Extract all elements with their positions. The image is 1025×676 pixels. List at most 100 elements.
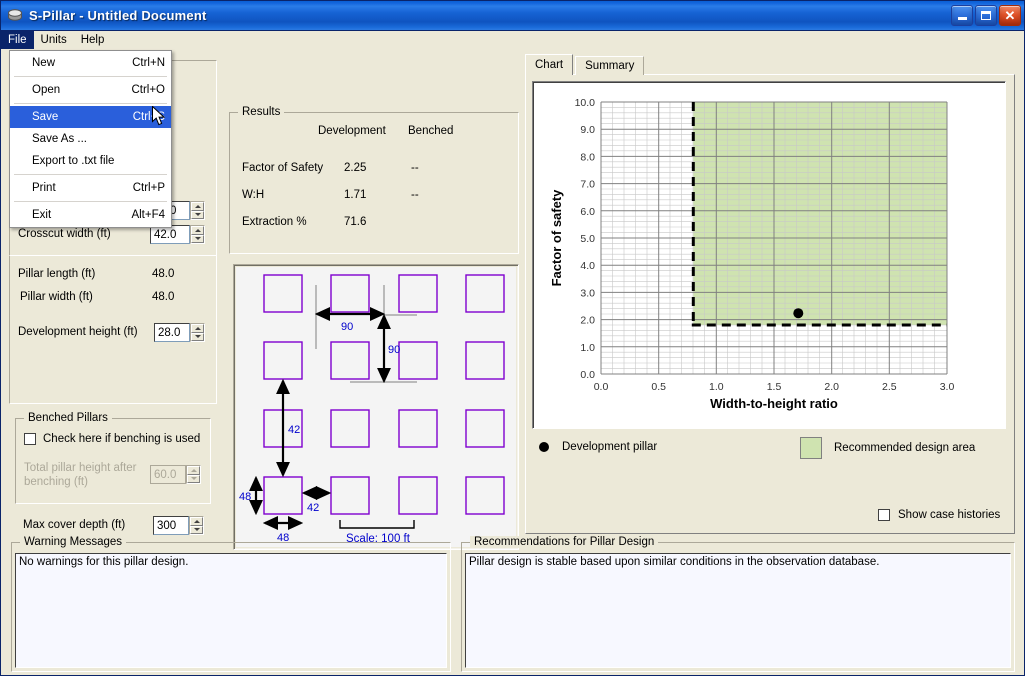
max-cover-depth-field: 300 bbox=[153, 516, 204, 535]
max-cover-depth-stepper[interactable] bbox=[189, 516, 204, 535]
menu-item-label: Print bbox=[32, 182, 56, 194]
results-column-benched: Benched bbox=[408, 125, 454, 137]
warning-messages-text[interactable]: No warnings for this pillar design. bbox=[15, 553, 447, 668]
dimension-opening-vertical: 42 bbox=[275, 378, 300, 478]
benching-checkbox[interactable] bbox=[24, 433, 36, 445]
spinner-up[interactable] bbox=[191, 324, 204, 333]
dimension-pillar-base: 48 bbox=[262, 515, 304, 544]
show-case-histories-checkbox[interactable] bbox=[878, 509, 890, 521]
development-height-stepper[interactable] bbox=[190, 323, 205, 342]
file-menu-dropdown: New Ctrl+N Open Ctrl+O Save Ctrl+S Save … bbox=[9, 50, 172, 228]
menu-item-shortcut: Ctrl+P bbox=[132, 182, 165, 194]
x-tick: 2.5 bbox=[882, 381, 897, 393]
results-row-development-value: 2.25 bbox=[344, 162, 367, 174]
recommendations-group: Recommendations for Pillar Design Pillar… bbox=[461, 536, 1015, 672]
dimension-opening-horizontal: 42 bbox=[301, 485, 332, 514]
menu-item-open[interactable]: Open Ctrl+O bbox=[10, 79, 171, 101]
results-row-label: W:H bbox=[242, 189, 265, 201]
results-row-label: Factor of Safety bbox=[242, 162, 324, 174]
development-height-field: 28.0 bbox=[154, 323, 205, 342]
x-tick: 1.0 bbox=[709, 381, 724, 393]
results-column-development: Development bbox=[318, 125, 386, 137]
menu-item-export-txt[interactable]: Export to .txt file bbox=[10, 150, 171, 172]
results-row-benched-value: -- bbox=[411, 189, 419, 201]
results-title: Results bbox=[238, 106, 285, 118]
spinner-down bbox=[187, 474, 200, 483]
max-cover-depth-input[interactable]: 300 bbox=[153, 516, 189, 535]
spinner-down[interactable] bbox=[190, 525, 203, 534]
show-case-histories-row[interactable]: Show case histories bbox=[878, 509, 1000, 521]
tab-strip: Chart Summary bbox=[525, 54, 646, 75]
close-button[interactable]: ✕ bbox=[999, 5, 1021, 26]
menu-item-label: Open bbox=[32, 84, 61, 96]
menu-item-print[interactable]: Print Ctrl+P bbox=[10, 177, 171, 199]
x-tick: 3.0 bbox=[940, 381, 955, 393]
x-axis-label: Width-to-height ratio bbox=[710, 396, 838, 411]
app-icon bbox=[6, 7, 24, 25]
total-pillar-height-field: 60.0 bbox=[150, 465, 201, 484]
menu-file[interactable]: File bbox=[1, 31, 34, 49]
results-and-layout-panel: Results Development Benched Factor of Sa… bbox=[229, 54, 519, 550]
y-axis-ticks: 10.0 9.0 8.0 7.0 6.0 5.0 4.0 3.0 2.0 1.0… bbox=[575, 97, 596, 381]
legend-recommended-area: Recommended design area bbox=[800, 437, 975, 459]
menu-separator bbox=[14, 103, 167, 104]
warning-messages-panel: Warning Messages No warnings for this pi… bbox=[11, 536, 451, 672]
y-tick: 2.0 bbox=[580, 315, 595, 327]
menu-item-shortcut: Ctrl+O bbox=[131, 84, 165, 96]
dim-label-48-v: 48 bbox=[239, 491, 251, 503]
x-tick: 2.0 bbox=[824, 381, 839, 393]
spinner-down[interactable] bbox=[191, 210, 204, 219]
menu-item-save[interactable]: Save Ctrl+S bbox=[10, 106, 171, 128]
menu-item-save-as[interactable]: Save As ... bbox=[10, 128, 171, 150]
legend-area-swatch bbox=[800, 437, 822, 459]
warning-messages-group: Warning Messages No warnings for this pi… bbox=[11, 536, 451, 672]
spinner-up[interactable] bbox=[191, 202, 204, 211]
results-group: Results Development Benched Factor of Sa… bbox=[229, 106, 519, 254]
menu-item-label: Save As ... bbox=[32, 133, 87, 145]
dim-label-42-h: 42 bbox=[307, 502, 319, 514]
minimize-button[interactable] bbox=[951, 5, 973, 26]
tab-chart[interactable]: Chart bbox=[525, 54, 574, 75]
menu-item-exit[interactable]: Exit Alt+F4 bbox=[10, 204, 171, 226]
crosscut-centers-stepper[interactable] bbox=[190, 201, 205, 220]
spinner-down[interactable] bbox=[191, 332, 204, 341]
max-cover-depth-label: Max cover depth (ft) bbox=[23, 519, 126, 531]
recommendations-title: Recommendations for Pillar Design bbox=[470, 536, 659, 548]
pillar-layout-diagram: 90 90 42 42 48 48 Scale: 100 ft bbox=[233, 264, 519, 550]
y-tick: 4.0 bbox=[580, 260, 595, 272]
tab-summary[interactable]: Summary bbox=[575, 56, 645, 75]
dim-label-42-v: 42 bbox=[288, 424, 300, 436]
y-tick: 0.0 bbox=[580, 369, 595, 381]
menu-units[interactable]: Units bbox=[34, 31, 74, 49]
development-height-input[interactable]: 28.0 bbox=[154, 323, 190, 342]
x-axis-ticks: 0.0 0.5 1.0 1.5 2.0 2.5 3.0 bbox=[594, 381, 955, 393]
chart-plot-area bbox=[600, 101, 948, 375]
menu-help[interactable]: Help bbox=[74, 31, 112, 49]
crosscut-width-label: Crosscut width (ft) bbox=[18, 228, 111, 240]
benching-checkbox-label: Check here if benching is used bbox=[43, 433, 201, 445]
window-title: S-Pillar - Untitled Document bbox=[29, 8, 207, 23]
menu-separator bbox=[14, 76, 167, 77]
spinner-up[interactable] bbox=[190, 517, 203, 526]
show-case-histories-label: Show case histories bbox=[898, 509, 1001, 521]
recommendations-text[interactable]: Pillar design is stable based upon simil… bbox=[465, 553, 1011, 668]
spinner-down[interactable] bbox=[191, 234, 204, 243]
dimension-centers-horizontal: 90 bbox=[314, 306, 386, 333]
results-row-development-value: 71.6 bbox=[344, 216, 367, 228]
pillar-length-value: 48.0 bbox=[152, 268, 175, 280]
menu-item-label: Export to .txt file bbox=[32, 155, 115, 167]
maximize-button[interactable] bbox=[975, 5, 997, 26]
y-tick: 1.0 bbox=[580, 342, 595, 354]
benching-checkbox-row[interactable]: Check here if benching is used bbox=[24, 433, 200, 445]
y-tick: 3.0 bbox=[580, 287, 595, 299]
spinner-up[interactable] bbox=[191, 226, 204, 235]
spinner-up bbox=[187, 466, 200, 475]
crosscut-width-stepper[interactable] bbox=[190, 225, 205, 244]
tab-body-chart: 10.0 9.0 8.0 7.0 6.0 5.0 4.0 3.0 2.0 1.0… bbox=[525, 74, 1015, 534]
menu-separator bbox=[14, 174, 167, 175]
menu-item-new[interactable]: New Ctrl+N bbox=[10, 52, 171, 74]
x-tick: 0.5 bbox=[651, 381, 666, 393]
pillar-readout-group: Pillar length (ft) 48.0 Pillar width (ft… bbox=[9, 256, 217, 404]
title-bar: S-Pillar - Untitled Document ✕ bbox=[1, 1, 1024, 31]
menu-item-shortcut: Alt+F4 bbox=[131, 209, 165, 221]
